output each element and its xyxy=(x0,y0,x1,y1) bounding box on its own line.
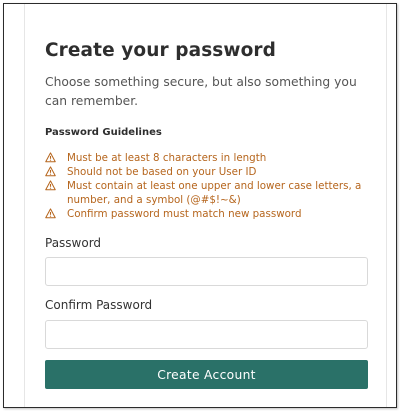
guideline-text: Must be at least 8 characters in length xyxy=(67,152,267,164)
warning-icon xyxy=(45,152,56,163)
page-title: Create your password xyxy=(45,40,276,61)
guidelines-list: Must be at least 8 characters in length … xyxy=(45,151,380,221)
guideline-min-length: Must be at least 8 characters in length xyxy=(45,151,380,165)
password-label: Password xyxy=(45,236,102,250)
warning-icon xyxy=(45,208,56,219)
guideline-complexity: Must contain at least one upper and lowe… xyxy=(45,179,380,207)
guideline-text: Should not be based on your User ID xyxy=(67,166,257,178)
guideline-text: Confirm password must match new password xyxy=(67,208,302,220)
guidelines-heading: Password Guidelines xyxy=(45,127,162,138)
guideline-not-user-id: Should not be based on your User ID xyxy=(45,165,380,179)
guideline-text: Must contain at least one upper and lowe… xyxy=(67,180,362,206)
create-account-button[interactable]: Create Account xyxy=(45,360,368,389)
page-subtitle: Choose something secure, but also someth… xyxy=(45,75,357,108)
confirm-password-label: Confirm Password xyxy=(45,298,153,312)
guideline-confirm-match: Confirm password must match new password xyxy=(45,207,380,221)
confirm-password-input[interactable] xyxy=(45,320,368,349)
warning-icon xyxy=(45,166,56,177)
create-password-card: Create your password Choose something se… xyxy=(24,4,387,407)
screenshot-frame: Create your password Choose something se… xyxy=(3,3,397,408)
warning-icon xyxy=(45,180,56,191)
password-input[interactable] xyxy=(45,257,368,286)
